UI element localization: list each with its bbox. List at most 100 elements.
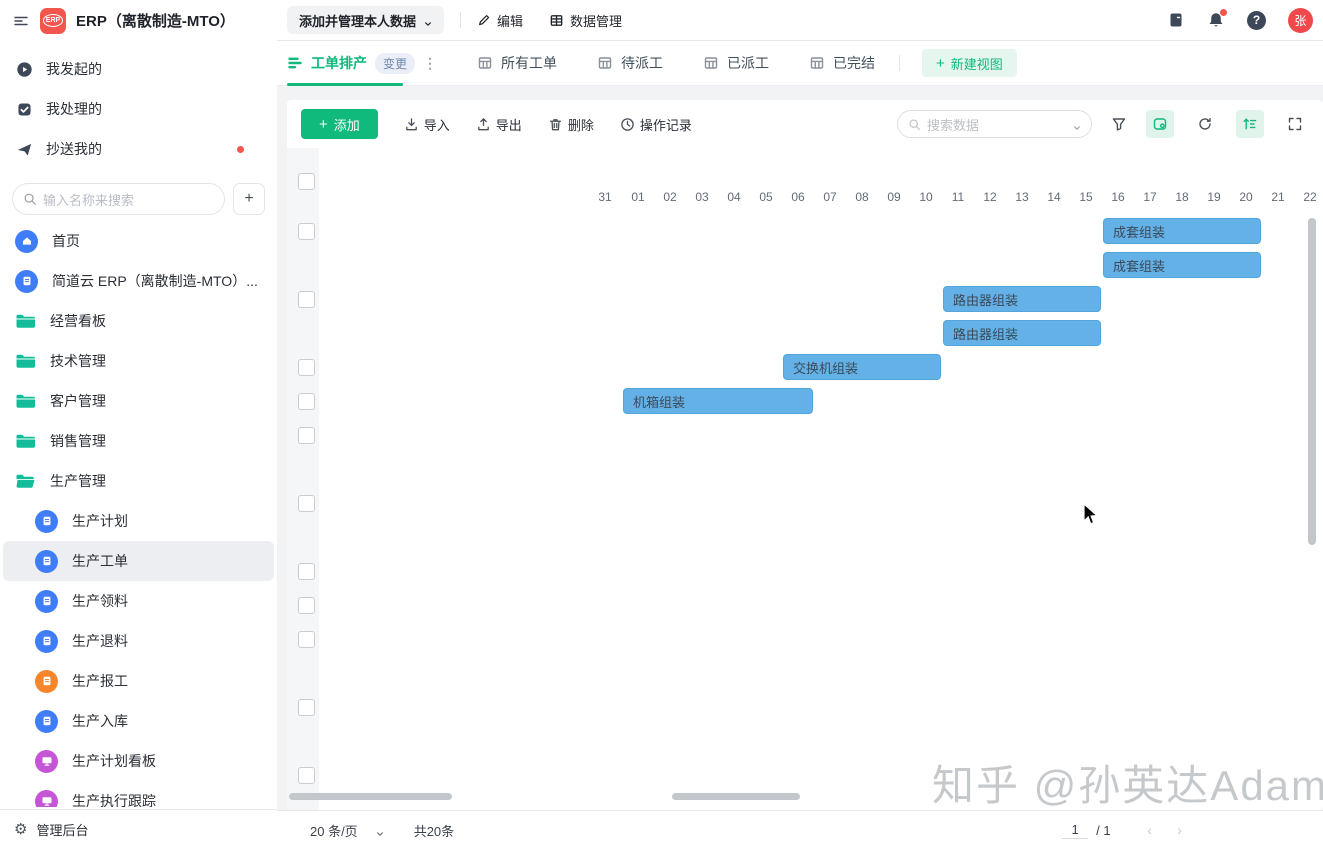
vertical-scrollbar[interactable] — [1308, 218, 1316, 545]
sidebar-item-生产报工[interactable]: 生产报工 — [3, 661, 274, 701]
row-checkbox[interactable] — [298, 223, 315, 240]
sidebar-item-生产领料[interactable]: 生产领料 — [3, 581, 274, 621]
row-checkbox[interactable] — [298, 359, 315, 376]
sidebar-item-label: 生产工单 — [72, 551, 262, 571]
horizontal-scrollbar-left[interactable] — [289, 793, 452, 800]
row-checkbox[interactable] — [298, 597, 315, 614]
collapse-menu-icon[interactable] — [12, 12, 30, 30]
doc-icon — [35, 630, 58, 653]
data-grid-icon — [549, 13, 564, 28]
avatar[interactable]: 张 — [1288, 8, 1313, 33]
app-title: ERP（离散制造-MTO） — [76, 10, 235, 31]
chevron-down-icon[interactable] — [376, 826, 384, 834]
tab-已派工[interactable]: 已派工 — [703, 41, 769, 86]
help-icon[interactable]: ? — [1247, 11, 1266, 30]
search-data-input[interactable]: 搜索数据 — [897, 110, 1092, 138]
add-record-button[interactable]: + 添加 — [301, 109, 378, 139]
row-checkbox[interactable] — [298, 699, 315, 716]
sidebar-item-简道云 ERP（离散制造-MTO）...[interactable]: 简道云 ERP（离散制造-MTO）... — [3, 261, 274, 301]
sidebar-item-生产工单[interactable]: 生产工单 — [3, 541, 274, 581]
row-checkbox[interactable] — [298, 291, 315, 308]
import-button[interactable]: 导入 — [404, 115, 450, 134]
delete-button[interactable]: 删除 — [548, 115, 594, 134]
sidebar-search-input[interactable]: 输入名称来搜索 — [12, 183, 225, 215]
row-checkbox[interactable] — [298, 563, 315, 580]
gantt-bar[interactable]: 成套组装 — [1103, 252, 1261, 278]
select-all-checkbox[interactable] — [298, 173, 315, 190]
sidebar-quick-item[interactable]: 我发起的 — [0, 49, 277, 89]
sidebar-quick-item[interactable]: 我处理的 — [0, 89, 277, 129]
card-view-icon — [1152, 116, 1168, 132]
notification-dot — [1220, 9, 1227, 16]
tab-已完结[interactable]: 已完结 — [809, 41, 875, 86]
gantt-bar[interactable]: 机箱组装 — [623, 388, 813, 414]
next-page-button[interactable]: › — [1165, 822, 1195, 838]
sidebar-item-生产计划[interactable]: 生产计划 — [3, 501, 274, 541]
sidebar-item-技术管理[interactable]: 技术管理 — [3, 341, 274, 381]
notebook-icon[interactable] — [1167, 11, 1185, 29]
day-label: 06 — [782, 181, 814, 214]
export-button[interactable]: 导出 — [476, 115, 522, 134]
operation-log-button[interactable]: 操作记录 — [620, 115, 692, 134]
import-icon — [404, 117, 419, 132]
quick-item-label: 我发起的 — [46, 59, 102, 79]
row-checkbox[interactable] — [298, 631, 315, 648]
add-app-button[interactable]: + — [233, 183, 265, 215]
sidebar-item-label: 生产领料 — [72, 591, 262, 611]
tab-待派工[interactable]: 待派工 — [597, 41, 663, 86]
gantt-bar-label: 交换机组装 — [793, 358, 858, 377]
tab-more-icon[interactable]: ⋮ — [423, 55, 437, 72]
day-label: 22 — [1294, 181, 1323, 214]
sidebar-item-生产执行跟踪[interactable]: 生产执行跟踪 — [3, 781, 274, 807]
sidebar-item-label: 生产管理 — [50, 471, 262, 491]
day-label: 16 — [1102, 181, 1134, 214]
sidebar-item-生产管理[interactable]: 生产管理 — [3, 461, 274, 501]
sidebar-item-经营看板[interactable]: 经营看板 — [3, 301, 274, 341]
data-scope-dropdown[interactable]: 添加并管理本人数据 — [287, 6, 444, 34]
divider — [899, 55, 900, 71]
clock-icon — [620, 117, 635, 132]
folder-open-icon — [15, 472, 36, 490]
doc-icon — [15, 270, 38, 293]
prev-page-button[interactable]: ‹ — [1135, 822, 1165, 838]
edit-button[interactable]: 编辑 — [477, 11, 523, 30]
row-checkbox[interactable] — [298, 767, 315, 784]
horizontal-scrollbar-gantt[interactable] — [672, 793, 800, 800]
play-circle-icon — [16, 61, 33, 78]
sidebar-item-生产退料[interactable]: 生产退料 — [3, 621, 274, 661]
doc-icon — [35, 550, 58, 573]
tab-所有工单[interactable]: 所有工单 — [477, 41, 557, 86]
sidebar-item-首页[interactable]: 首页 — [3, 221, 274, 261]
gantt-settings-toggle[interactable] — [1236, 110, 1264, 138]
card-view-toggle[interactable] — [1146, 110, 1174, 138]
sidebar-quick-item[interactable]: 抄送我的 — [0, 129, 277, 169]
pagination-bar: 20 条/页 共20条 1 / 1 ‹ › — [277, 810, 1323, 848]
data-manage-button[interactable]: 数据管理 — [549, 11, 622, 30]
gantt-bar[interactable]: 交换机组装 — [783, 354, 941, 380]
filter-icon[interactable] — [1109, 110, 1129, 138]
sidebar-item-生产入库[interactable]: 生产入库 — [3, 701, 274, 741]
new-view-button[interactable]: +新建视图 — [922, 49, 1017, 77]
sidebar-item-客户管理[interactable]: 客户管理 — [3, 381, 274, 421]
sidebar-item-销售管理[interactable]: 销售管理 — [3, 421, 274, 461]
gantt-bar[interactable]: 路由器组装 — [943, 320, 1101, 346]
admin-footer[interactable]: ⚙ 管理后台 — [0, 809, 305, 848]
bell-icon[interactable] — [1207, 11, 1225, 29]
gantt-bar[interactable]: 成套组装 — [1103, 218, 1261, 244]
row-checkbox[interactable] — [298, 495, 315, 512]
page-input[interactable]: 1 — [1062, 822, 1088, 839]
sidebar-item-生产计划看板[interactable]: 生产计划看板 — [3, 741, 274, 781]
chevron-down-icon[interactable] — [1073, 120, 1081, 128]
folder-icon — [15, 312, 36, 330]
row-checkbox[interactable] — [298, 393, 315, 410]
fullscreen-button[interactable] — [1281, 110, 1309, 138]
row-checkbox[interactable] — [298, 427, 315, 444]
gantt-bar-label: 成套组装 — [1113, 222, 1165, 241]
folder-icon — [15, 432, 36, 450]
tab-工单排产[interactable]: 工单排产变更⋮ — [287, 41, 437, 86]
sidebar-search-placeholder: 输入名称来搜索 — [43, 190, 134, 209]
delete-label: 删除 — [568, 115, 594, 134]
sidebar-header: ERP ERP（离散制造-MTO） — [0, 0, 277, 41]
gantt-bar[interactable]: 路由器组装 — [943, 286, 1101, 312]
refresh-button[interactable] — [1191, 110, 1219, 138]
